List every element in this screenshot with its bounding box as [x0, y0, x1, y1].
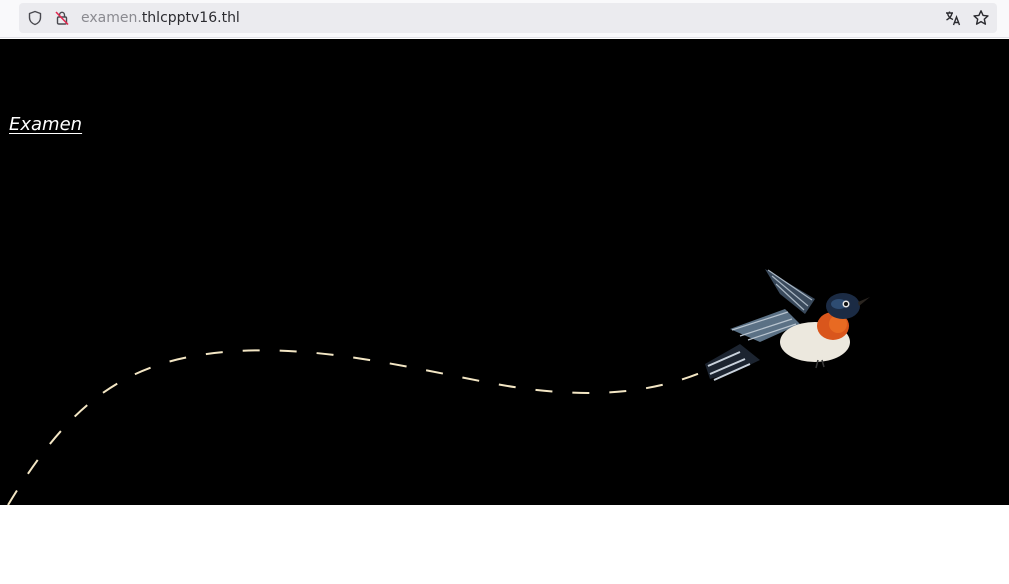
- insecure-lock-icon[interactable]: [54, 10, 70, 26]
- translate-icon[interactable]: [944, 9, 962, 27]
- bookmark-star-icon[interactable]: [972, 9, 990, 27]
- url-domain: thlcpptv16.thl: [141, 10, 240, 26]
- shield-icon[interactable]: [27, 10, 43, 26]
- page-below-fold: [0, 505, 1009, 584]
- hummingbird-illustration: [705, 269, 870, 381]
- url-text[interactable]: examen.thlcpptv16.thl: [81, 10, 240, 26]
- hero-stage: Examen: [0, 39, 1009, 505]
- address-bar[interactable]: examen.thlcpptv16.thl: [19, 3, 997, 33]
- browser-toolbar: examen.thlcpptv16.thl: [0, 0, 1009, 38]
- url-subdomain: examen.: [81, 10, 142, 26]
